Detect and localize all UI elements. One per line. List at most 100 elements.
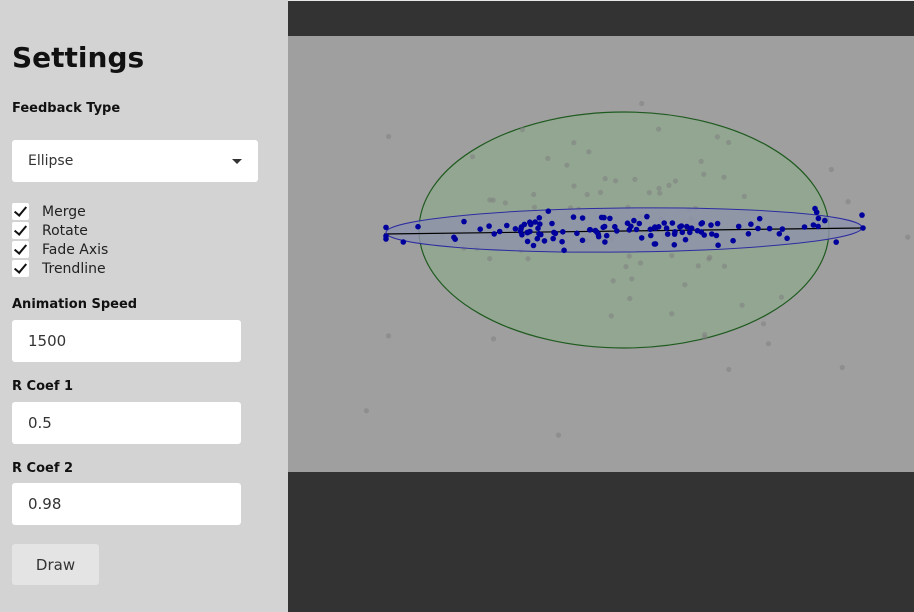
faded-point <box>639 100 645 107</box>
data-point <box>644 213 650 220</box>
faded-point <box>597 189 604 195</box>
faded-point <box>613 178 619 184</box>
data-point <box>735 223 742 230</box>
faded-point <box>629 276 635 282</box>
data-point <box>400 239 407 245</box>
faded-point <box>487 256 493 262</box>
data-point <box>524 238 531 245</box>
rotate-checkbox-row[interactable]: Rotate <box>12 221 88 240</box>
data-point <box>561 247 567 254</box>
settings-sidebar: Settings Feedback Type Ellipse Merge Rot… <box>0 0 288 612</box>
data-point <box>628 223 634 230</box>
faded-point <box>469 154 476 160</box>
data-point <box>833 239 839 245</box>
faded-point <box>669 311 675 317</box>
faded-point <box>610 278 616 284</box>
faded-point <box>363 408 369 414</box>
animation-speed-input[interactable]: 1500 <box>12 320 241 362</box>
data-point <box>541 238 548 244</box>
faded-point <box>828 166 835 173</box>
data-point <box>383 236 389 242</box>
data-point <box>587 226 593 233</box>
data-point <box>663 225 670 231</box>
data-point <box>579 237 586 244</box>
faded-point <box>656 126 662 132</box>
r-coef-1-input[interactable]: 0.5 <box>12 402 241 444</box>
r-coef-2-label: R Coef 2 <box>12 461 74 476</box>
data-point <box>748 221 754 227</box>
data-point <box>713 232 720 239</box>
faded-point <box>657 190 663 196</box>
data-point <box>550 235 556 242</box>
data-point <box>679 229 686 236</box>
faded-point <box>386 133 392 140</box>
fade-axis-checkbox[interactable] <box>12 241 29 258</box>
data-point <box>519 232 525 238</box>
draw-button[interactable]: Draw <box>12 544 99 585</box>
trendline-checkbox[interactable] <box>12 260 29 277</box>
data-point <box>698 229 705 235</box>
faded-point <box>839 364 845 371</box>
settings-title: Settings <box>12 41 145 74</box>
data-point <box>669 220 676 226</box>
data-point <box>551 229 557 236</box>
top-bar <box>288 0 914 36</box>
data-point <box>671 231 678 237</box>
data-point <box>607 215 613 222</box>
faded-point <box>531 204 537 210</box>
trendline-checkbox-row[interactable]: Trendline <box>12 259 106 278</box>
faded-point <box>714 134 720 140</box>
faded-point <box>632 176 638 182</box>
data-point <box>801 224 808 230</box>
faded-point <box>525 256 531 262</box>
faded-point <box>726 366 732 373</box>
data-point <box>602 239 608 245</box>
merge-label: Merge <box>42 203 86 220</box>
faded-point <box>701 171 707 177</box>
data-point <box>595 231 601 237</box>
data-point <box>714 220 721 227</box>
data-point <box>601 223 608 230</box>
faded-point <box>637 260 644 266</box>
feedback-type-select[interactable]: Ellipse <box>12 140 258 182</box>
faded-point <box>778 294 785 300</box>
fade-axis-checkbox-row[interactable]: Fade Axis <box>12 240 108 259</box>
data-point <box>530 242 537 249</box>
animation-speed-label: Animation Speed <box>12 297 138 312</box>
faded-point <box>695 263 701 269</box>
data-point <box>537 221 543 227</box>
data-point <box>822 217 828 224</box>
faded-point <box>502 200 508 206</box>
data-point <box>756 215 763 222</box>
faded-point <box>656 185 662 191</box>
faded-point <box>765 341 772 347</box>
merge-checkbox-row[interactable]: Merge <box>12 202 86 221</box>
data-point <box>521 221 528 228</box>
faded-point <box>726 139 732 146</box>
data-point <box>633 226 640 233</box>
scatter-plot-svg <box>363 100 911 438</box>
data-point <box>545 208 552 214</box>
data-point <box>813 209 820 215</box>
data-point <box>671 242 678 248</box>
bottom-panel <box>288 472 914 612</box>
data-point <box>512 226 519 232</box>
merge-checkbox[interactable] <box>12 203 29 220</box>
faded-point <box>564 162 570 168</box>
faded-point <box>490 197 496 203</box>
data-point <box>491 231 497 237</box>
data-point <box>730 237 736 244</box>
faded-point <box>682 282 688 288</box>
data-point <box>549 220 555 227</box>
data-point <box>638 235 645 241</box>
data-point <box>452 236 458 242</box>
data-point <box>560 229 566 235</box>
data-point <box>755 225 761 232</box>
faded-point <box>519 127 525 133</box>
data-point <box>664 231 671 237</box>
rotate-checkbox[interactable] <box>12 222 29 239</box>
feedback-type-value: Ellipse <box>28 153 74 169</box>
r-coef-2-input[interactable]: 0.98 <box>12 483 241 525</box>
faded-point <box>666 182 672 188</box>
rotate-label: Rotate <box>42 222 88 239</box>
